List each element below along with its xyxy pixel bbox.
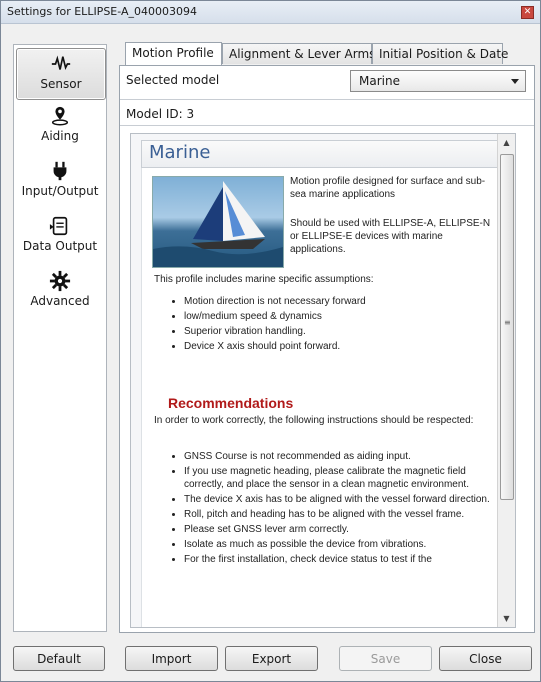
- tab-initial-position-date[interactable]: Initial Position & Date: [372, 43, 508, 64]
- model-select[interactable]: Marine: [350, 70, 526, 92]
- intro-text-2: Should be used with ELLIPSE-A, ELLIPSE-N…: [290, 218, 491, 255]
- sailboat-image: [152, 176, 284, 268]
- profile-description-viewer[interactable]: Marine Motion profile designed for surfa…: [130, 133, 516, 628]
- scroll-up-icon[interactable]: ▲: [498, 134, 515, 151]
- window-client-area: Sensor Aiding Input/Output Data Output A…: [1, 24, 540, 681]
- chevron-down-icon: [511, 79, 519, 84]
- list-item: GNSS Course is not recommended as aiding…: [184, 450, 504, 463]
- list-item: Please set GNSS lever arm correctly.: [184, 523, 504, 536]
- doc-body: Motion profile designed for surface and …: [141, 168, 505, 627]
- list-item: Motion direction is not necessary forwar…: [184, 295, 504, 308]
- vertical-scrollbar[interactable]: ▲ ≡ ▼: [497, 134, 515, 627]
- intro-text-1: Motion profile designed for surface and …: [290, 176, 486, 200]
- save-button[interactable]: Save: [339, 646, 432, 671]
- sidebar: Sensor Aiding Input/Output Data Output A…: [13, 44, 107, 632]
- gear-icon: [49, 270, 71, 292]
- sidebar-item-advanced[interactable]: Advanced: [16, 270, 104, 320]
- selected-model-label: Selected model: [126, 73, 220, 87]
- list-item: The device X axis has to be aligned with…: [184, 493, 504, 506]
- assumptions-list: Motion direction is not necessary forwar…: [172, 295, 504, 355]
- list-item: If you use magnetic heading, please cali…: [184, 465, 504, 491]
- sidebar-item-label: Data Output: [22, 239, 98, 253]
- title-bar: Settings for ELLIPSE-A_040003094 ✕: [1, 1, 540, 24]
- list-item: Roll, pitch and heading has to be aligne…: [184, 508, 504, 521]
- sidebar-item-label: Sensor: [40, 77, 82, 91]
- sidebar-item-label: Input/Output: [21, 184, 99, 198]
- sidebar-item-label: Aiding: [41, 129, 79, 143]
- tab-alignment-lever-arms[interactable]: Alignment & Lever Arms: [222, 43, 375, 64]
- settings-window: Settings for ELLIPSE-A_040003094 ✕ Senso…: [0, 0, 541, 682]
- export-button[interactable]: Export: [225, 646, 318, 671]
- sidebar-item-data-output[interactable]: Data Output: [16, 215, 104, 265]
- assumptions-intro: This profile includes marine specific as…: [154, 274, 374, 285]
- sensor-wave-icon: [51, 55, 71, 71]
- sidebar-item-aiding[interactable]: Aiding: [16, 105, 104, 155]
- recommendations-list: GNSS Course is not recommended as aiding…: [172, 450, 504, 568]
- model-select-value: Marine: [359, 74, 400, 88]
- list-item: Superior vibration handling.: [184, 325, 504, 338]
- model-id: Model ID: 3: [126, 107, 195, 121]
- recommendations-heading: Recommendations: [168, 395, 294, 411]
- default-button[interactable]: Default: [13, 646, 105, 671]
- scroll-down-icon[interactable]: ▼: [498, 610, 515, 627]
- sidebar-item-input-output[interactable]: Input/Output: [16, 160, 104, 210]
- motion-profile-panel: Selected model Marine Model ID: 3 Marine: [119, 65, 535, 633]
- divider: [120, 125, 534, 126]
- list-item: Isolate as much as possible the device f…: [184, 538, 504, 551]
- doc-heading: Marine: [149, 142, 211, 163]
- doc-heading-box: Marine: [141, 140, 505, 168]
- window-title: Settings for ELLIPSE-A_040003094: [7, 5, 197, 18]
- list-item: Device X axis should point forward.: [184, 340, 504, 353]
- data-output-icon: [49, 216, 68, 236]
- scroll-thumb[interactable]: ≡: [500, 154, 514, 500]
- close-icon[interactable]: ✕: [521, 6, 534, 19]
- list-item: low/medium speed & dynamics: [184, 310, 504, 323]
- recommendations-intro: In order to work correctly, the followin…: [154, 415, 474, 426]
- list-item: For the first installation, check device…: [184, 553, 504, 566]
- location-pin-icon: [51, 106, 69, 126]
- close-button[interactable]: Close: [439, 646, 532, 671]
- divider: [120, 99, 534, 100]
- sidebar-item-sensor[interactable]: Sensor: [16, 48, 106, 100]
- import-button[interactable]: Import: [125, 646, 218, 671]
- plug-icon: [53, 161, 67, 181]
- sidebar-item-label: Advanced: [30, 294, 90, 308]
- tab-motion-profile[interactable]: Motion Profile: [125, 42, 222, 65]
